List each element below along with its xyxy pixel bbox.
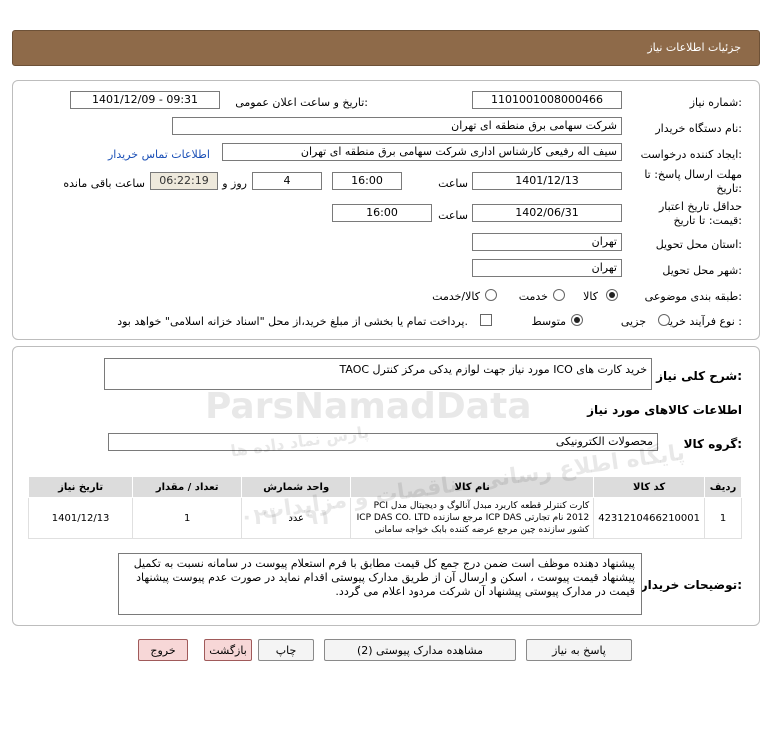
validity-date-field[interactable]: 1402/06/31 <box>472 204 622 222</box>
process-label: نوع فرآیند خرید : <box>664 315 742 328</box>
need-number-field[interactable]: 1101001008000466 <box>472 91 622 109</box>
cell-date: 1401/12/13 <box>27 497 134 539</box>
buyer-notes-label: توضیحات خریدار: <box>640 578 742 592</box>
col-row: ردیف <box>704 476 742 498</box>
announce-field[interactable]: 1401/12/09 - 09:31 <box>70 91 220 109</box>
goods-table: ردیف کد کالا نام کالا واحد شمارش تعداد /… <box>27 476 742 539</box>
validity-time-field[interactable]: 16:00 <box>332 204 432 222</box>
need-number-label: شماره نیاز: <box>689 96 742 109</box>
col-qty: تعداد / مقدار <box>132 476 243 498</box>
days-label: روز و <box>222 177 247 190</box>
page-title: جزئیات اطلاعات نیاز <box>647 41 741 54</box>
city-label: شهر محل تحویل: <box>662 264 742 277</box>
col-unit: واحد شمارش <box>241 476 352 498</box>
category-label: طبقه بندی موضوعی: <box>644 290 742 303</box>
process-option-medium: متوسط <box>531 315 566 328</box>
goods-info-title: اطلاعات کالاهای مورد نیاز <box>587 403 742 417</box>
category-radio-service[interactable] <box>553 289 565 301</box>
province-label: استان محل تحویل: <box>655 238 742 251</box>
deadline-label: مهلت ارسال پاسخ: تا <box>644 168 742 181</box>
creator-label: ایجاد کننده درخواست: <box>640 148 742 161</box>
deadline-label-2: تاریخ: <box>716 182 742 195</box>
col-name: نام کالا <box>350 476 595 498</box>
city-field[interactable]: تهران <box>472 259 622 277</box>
print-button[interactable]: چاپ <box>258 639 314 661</box>
category-option-goods: کالا <box>583 290 598 303</box>
col-code: کد کالا <box>593 476 705 498</box>
category-radio-goods[interactable] <box>606 289 618 301</box>
goods-group-label: گروه کالا: <box>683 437 742 451</box>
view-attachments-button[interactable]: مشاهده مدارک پیوستی (2) <box>324 639 516 661</box>
category-option-goods-service: کالا/خدمت <box>432 290 480 303</box>
cell-unit: عدد <box>241 497 352 539</box>
deadline-time-field[interactable]: 16:00 <box>332 172 402 190</box>
summary-label: شرح کلی نیاز: <box>656 369 742 383</box>
goods-table-header: ردیف کد کالا نام کالا واحد شمارش تعداد /… <box>27 476 742 498</box>
validity-time-label: ساعت <box>438 209 468 222</box>
category-radio-goods-service[interactable] <box>485 289 497 301</box>
process-radio-medium[interactable] <box>571 314 583 326</box>
table-row[interactable]: 1 4231210466210001 کارت کنترلر قطعه کارب… <box>27 497 742 539</box>
exit-button[interactable]: خروج <box>138 639 188 661</box>
process-radio-minor[interactable] <box>658 314 670 326</box>
province-field[interactable]: تهران <box>472 233 622 251</box>
col-date: تاریخ نیاز <box>27 476 134 498</box>
treasury-payment-note: پرداخت تمام یا بخشی از مبلغ خرید،از محل … <box>117 315 468 328</box>
creator-field[interactable]: سیف اله رفیعی کارشناس اداری شرکت سهامی ب… <box>222 143 622 161</box>
page-header: جزئیات اطلاعات نیاز <box>12 30 760 66</box>
cell-code: 4231210466210001 <box>593 497 705 539</box>
announce-label: تاریخ و ساعت اعلان عمومی: <box>235 96 368 109</box>
deadline-date-field[interactable]: 1401/12/13 <box>472 172 622 190</box>
cell-qty: 1 <box>132 497 243 539</box>
buyer-org-label: نام دستگاه خریدار: <box>655 122 742 135</box>
treasury-payment-checkbox[interactable] <box>480 314 492 326</box>
cell-row: 1 <box>704 497 742 539</box>
contact-buyer-link[interactable]: اطلاعات تماس خریدار <box>108 148 210 161</box>
summary-field[interactable]: خرید کارت های ICO مورد نیاز جهت لوازم ید… <box>104 358 652 390</box>
remaining-time-label: ساعت باقی مانده <box>63 177 145 190</box>
process-option-minor: جزیی <box>620 315 646 328</box>
reply-button[interactable]: پاسخ به نیاز <box>526 639 632 661</box>
validity-label-2: قیمت: تا تاریخ: <box>673 214 742 227</box>
validity-label: حداقل تاریخ اعتبار <box>658 200 742 213</box>
buyer-org-field[interactable]: شرکت سهامی برق منطقه ای تهران <box>172 117 622 135</box>
deadline-time-label: ساعت <box>438 177 468 190</box>
remaining-time-field: 06:22:19 <box>150 172 218 190</box>
goods-group-field[interactable]: محصولات الکترونیکی <box>108 433 658 451</box>
buyer-notes-field[interactable]: پیشنهاد دهنده موظف است ضمن درج جمع کل قی… <box>118 553 642 615</box>
days-remaining-field[interactable]: 4 <box>252 172 322 190</box>
cell-name: کارت کنترلر قطعه کاربرد مبدل آنالوگ و دی… <box>350 497 595 539</box>
back-button[interactable]: بازگشت <box>204 639 252 661</box>
category-option-service: خدمت <box>518 290 548 303</box>
